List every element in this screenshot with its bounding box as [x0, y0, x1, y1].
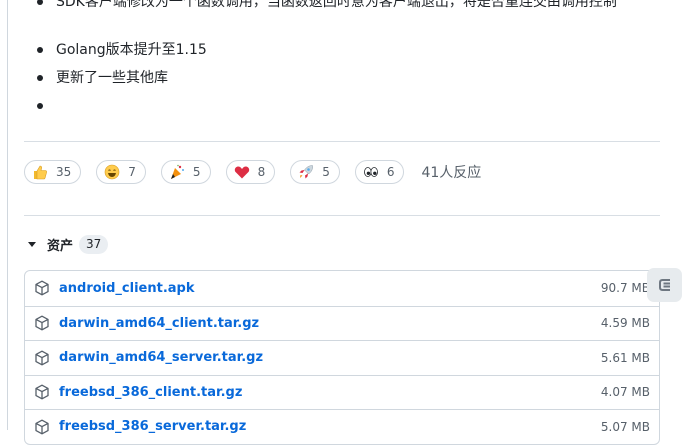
package-icon: [35, 384, 49, 400]
bullet: [37, 75, 43, 81]
asset-link[interactable]: darwin_amd64_client.tar.gz: [59, 316, 601, 331]
bullet: [37, 47, 43, 53]
reaction-count: 6: [386, 165, 395, 179]
reactions-bar: 35 7 5 8 5 6 41人反应: [24, 158, 481, 186]
reaction-laugh-button[interactable]: 7: [96, 160, 146, 184]
asset-row: freebsd_386_server.tar.gz 5.07 MB: [25, 409, 659, 444]
divider: [24, 215, 660, 216]
release-note-text: 更新了一些其他库: [56, 70, 168, 86]
asset-row: freebsd_386_client.tar.gz 4.07 MB: [25, 374, 659, 410]
reaction-count: 5: [322, 165, 330, 179]
page-left-border: [7, 0, 8, 430]
assets-count-badge: 37: [79, 234, 109, 254]
asset-size: 90.7 MB: [600, 281, 650, 296]
asset-size: 5.61 MB: [600, 350, 650, 365]
laugh-icon: [104, 164, 120, 180]
triangle-down-icon: [28, 241, 36, 247]
asset-link[interactable]: android_client.apk: [59, 281, 601, 296]
package-icon: [35, 280, 49, 296]
release-note-item: 更新了一些其他库: [24, 66, 168, 90]
eyes-icon: [363, 167, 378, 177]
rocket-icon: [299, 165, 314, 179]
asset-link[interactable]: freebsd_386_server.tar.gz: [59, 419, 601, 434]
release-note-item: [24, 94, 56, 118]
asset-size: 4.59 MB: [600, 316, 650, 331]
asset-row: darwin_amd64_client.tar.gz 4.59 MB: [25, 305, 659, 341]
floating-action-button[interactable]: [647, 268, 682, 302]
bullet: [37, 103, 43, 109]
reaction-rocket-button[interactable]: 5: [290, 160, 340, 184]
reactions-summary: 41人反应: [421, 165, 482, 181]
extension-e-icon: [658, 279, 670, 291]
package-icon: [35, 315, 49, 331]
reaction-heart-button[interactable]: 8: [225, 160, 276, 184]
reaction-count: 5: [192, 165, 201, 179]
reaction-count: 35: [56, 165, 72, 179]
asset-size: 5.07 MB: [600, 419, 650, 434]
asset-size: 4.07 MB: [600, 385, 650, 400]
asset-row: android_client.apk 90.7 MB: [25, 271, 659, 306]
hooray-icon: [170, 164, 184, 179]
release-note-text: SDK客户端修改为一个函数调用，当函数返回时意为客户端退出，将是否重连交由调用控…: [56, 0, 617, 10]
release-note-text: Golang版本提升至1.15: [56, 42, 207, 58]
package-icon: [35, 419, 49, 435]
bullet: [37, 0, 43, 5]
asset-link[interactable]: darwin_amd64_server.tar.gz: [59, 350, 601, 365]
reaction-hooray-button[interactable]: 5: [160, 160, 211, 184]
reaction-count: 8: [257, 165, 266, 179]
divider: [24, 141, 660, 142]
thumbs-up-icon: [34, 165, 47, 180]
reaction-thumbs-up-button[interactable]: 35: [24, 160, 82, 184]
heart-icon: [234, 166, 249, 179]
release-note-item: Golang版本提升至1.15: [24, 38, 207, 62]
assets-title: 资产: [47, 238, 74, 254]
reaction-count: 7: [128, 165, 136, 179]
asset-row: darwin_amd64_server.tar.gz 5.61 MB: [25, 340, 659, 375]
assets-list: android_client.apk 90.7 MB darwin_amd64_…: [24, 270, 660, 445]
assets-toggle[interactable]: 资产 37: [24, 234, 109, 254]
package-icon: [35, 350, 49, 366]
release-note-item: SDK客户端修改为一个函数调用，当函数返回时意为客户端退出，将是否重连交由调用控…: [24, 0, 692, 14]
reaction-eyes-button[interactable]: 6: [354, 160, 405, 184]
asset-link[interactable]: freebsd_386_client.tar.gz: [59, 385, 601, 400]
